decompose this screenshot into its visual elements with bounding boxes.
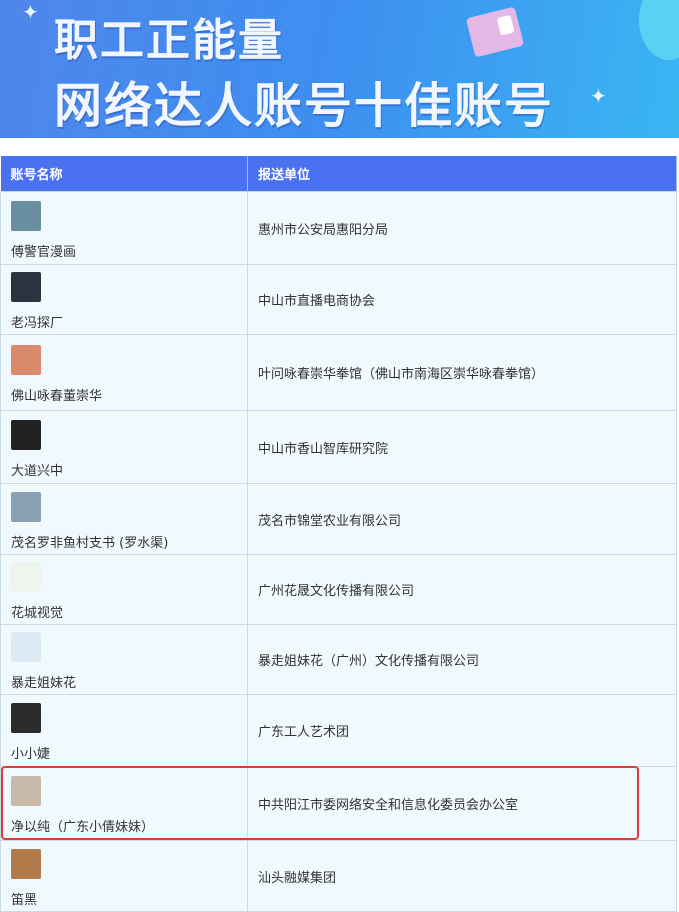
avatar <box>11 491 41 522</box>
table-row: 净以纯（广东小倩妹妹） 中共阳江市委网络安全和信息化委员会办公室 <box>0 766 677 841</box>
avatar <box>11 776 41 806</box>
account-cell: 茂名罗非鱼村支书 (罗水渠) <box>0 483 248 555</box>
table-row: 佛山咏春董崇华 叶问咏春崇华拳馆（佛山市南海区崇华咏春拳馆） <box>0 334 677 411</box>
table-row: 笛黑 汕头融媒集团 <box>0 840 677 912</box>
account-name: 暴走姐妹花 <box>11 676 77 691</box>
header-account-name: 账号名称 <box>0 156 248 192</box>
table-row: 傅警官漫画 惠州市公安局惠阳分局 <box>0 191 677 265</box>
account-name: 笛黑 <box>11 892 38 908</box>
account-cell: 佛山咏春董崇华 <box>0 334 248 411</box>
card-illustration <box>465 6 525 58</box>
unit-cell: 中山市直播电商协会 <box>247 264 677 335</box>
account-cell: 暴走姐妹花 <box>0 624 248 695</box>
table-header: 账号名称 报送单位 <box>0 156 677 192</box>
avatar <box>11 345 41 375</box>
accounts-table: 账号名称 报送单位 傅警官漫画 惠州市公安局惠阳分局 老冯探厂 中山市直播电商协会 佛山… <box>0 156 677 912</box>
avatar <box>11 703 41 733</box>
account-name: 老冯探厂 <box>11 316 64 331</box>
unit-cell: 汕头融媒集团 <box>247 840 677 912</box>
unit-cell: 茂名市锦堂农业有限公司 <box>247 483 677 555</box>
unit-cell: 叶问咏春崇华拳馆（佛山市南海区崇华咏春拳馆） <box>247 334 677 411</box>
banner: ✦ ✦ ✦ 职工正能量 网络达人账号十佳账号 <box>0 0 679 138</box>
table-row: 大道兴中 中山市香山智库研究院 <box>0 410 677 484</box>
unit-cell: 惠州市公安局惠阳分局 <box>247 191 677 265</box>
unit-cell: 中共阳江市委网络安全和信息化委员会办公室 <box>247 766 677 841</box>
avatar <box>11 562 41 592</box>
header-unit: 报送单位 <box>247 156 677 192</box>
star-icon: ✦ <box>22 0 39 24</box>
banner-title-line1: 职工正能量 <box>54 15 284 66</box>
unit-cell: 广东工人艺术团 <box>247 694 677 767</box>
table-row: 小小婕 广东工人艺术团 <box>0 694 677 767</box>
avatar <box>11 200 41 231</box>
unit-cell: 中山市香山智库研究院 <box>247 410 677 484</box>
avatar <box>11 848 41 879</box>
account-cell: 傅警官漫画 <box>0 191 248 265</box>
account-name: 净以纯（广东小倩妹妹） <box>11 820 155 835</box>
account-cell: 大道兴中 <box>0 410 248 484</box>
account-name: 花城视觉 <box>11 606 64 621</box>
account-cell: 老冯探厂 <box>0 264 248 335</box>
account-name: 大道兴中 <box>11 463 64 479</box>
account-name: 小小婕 <box>11 747 51 762</box>
table-row: 茂名罗非鱼村支书 (罗水渠) 茂名市锦堂农业有限公司 <box>0 483 677 555</box>
unit-cell: 广州花晟文化传播有限公司 <box>247 554 677 625</box>
account-cell: 花城视觉 <box>0 554 248 625</box>
decor-circle <box>639 0 679 60</box>
table-row: 花城视觉 广州花晟文化传播有限公司 <box>0 554 677 625</box>
avatar <box>11 632 41 662</box>
account-name: 茂名罗非鱼村支书 (罗水渠) <box>11 535 169 551</box>
star-icon: ✦ <box>590 84 607 108</box>
account-name: 佛山咏春董崇华 <box>11 389 103 404</box>
account-cell: 净以纯（广东小倩妹妹） <box>0 766 248 841</box>
account-name: 傅警官漫画 <box>11 244 77 260</box>
table-row: 老冯探厂 中山市直播电商协会 <box>0 264 677 335</box>
table-row: 暴走姐妹花 暴走姐妹花（广州）文化传播有限公司 <box>0 624 677 695</box>
avatar <box>11 419 41 450</box>
avatar <box>11 272 41 302</box>
account-cell: 笛黑 <box>0 840 248 912</box>
unit-cell: 暴走姐妹花（广州）文化传播有限公司 <box>247 624 677 695</box>
banner-title-line2: 网络达人账号十佳账号 <box>54 78 555 134</box>
account-cell: 小小婕 <box>0 694 248 767</box>
